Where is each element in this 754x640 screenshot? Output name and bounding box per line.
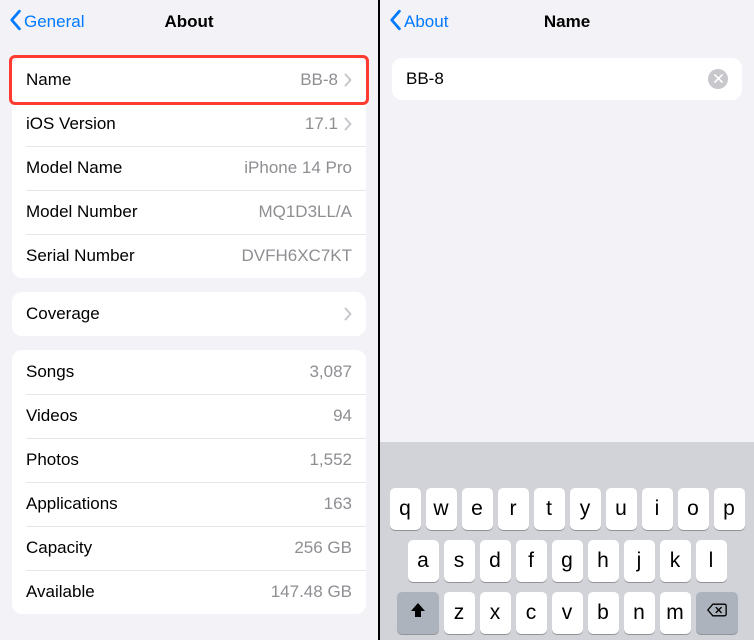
page-title: About <box>164 12 213 32</box>
row-ios-version[interactable]: iOS Version 17.1 <box>12 102 366 146</box>
row-value: BB-8 <box>300 70 338 90</box>
shift-key[interactable] <box>397 592 439 634</box>
row-capacity: Capacity 256 GB <box>12 526 366 570</box>
key-c[interactable]: c <box>516 592 547 634</box>
back-label: About <box>404 12 448 32</box>
row-name[interactable]: Name BB-8 <box>12 58 366 102</box>
chevron-right-icon <box>344 307 352 321</box>
row-label: Model Number <box>26 202 138 222</box>
key-t[interactable]: t <box>534 488 565 530</box>
keyboard-row-1: qwertyuiop <box>383 488 751 530</box>
right-navbar: About Name <box>380 0 754 44</box>
shift-icon <box>408 600 428 626</box>
row-photos: Photos 1,552 <box>12 438 366 482</box>
key-w[interactable]: w <box>426 488 457 530</box>
page-title: Name <box>544 12 590 32</box>
key-x[interactable]: x <box>480 592 511 634</box>
device-identity-group: Name BB-8 iOS Version 17.1 Model Name iPhone … <box>12 58 366 278</box>
row-value: DVFH6XC7KT <box>241 246 352 266</box>
ios-keyboard: qwertyuiop asdfghjkl zxcvbnm <box>380 442 754 640</box>
row-label: Songs <box>26 362 74 382</box>
key-z[interactable]: z <box>444 592 475 634</box>
key-r[interactable]: r <box>498 488 529 530</box>
name-edit-pane: About Name qwertyuiop asdfghjkl zxcvbnm <box>380 0 754 640</box>
about-settings-pane: General About Name BB-8 iOS Version 17.1 Mod… <box>0 0 380 640</box>
backspace-key[interactable] <box>696 592 738 634</box>
key-b[interactable]: b <box>588 592 619 634</box>
row-label: Photos <box>26 450 79 470</box>
key-q[interactable]: q <box>390 488 421 530</box>
back-label: General <box>24 12 84 32</box>
key-o[interactable]: o <box>678 488 709 530</box>
clear-text-button[interactable] <box>708 69 728 89</box>
chevron-right-icon <box>344 117 352 131</box>
key-d[interactable]: d <box>480 540 511 582</box>
chevron-left-icon <box>388 9 402 36</box>
back-button-about[interactable]: About <box>388 9 448 36</box>
row-videos: Videos 94 <box>12 394 366 438</box>
key-p[interactable]: p <box>714 488 745 530</box>
key-k[interactable]: k <box>660 540 691 582</box>
chevron-right-icon <box>344 73 352 87</box>
row-value: 256 GB <box>294 538 352 558</box>
row-value: 147.48 GB <box>271 582 352 602</box>
key-a[interactable]: a <box>408 540 439 582</box>
row-model-number: Model Number MQ1D3LL/A <box>12 190 366 234</box>
row-label: Capacity <box>26 538 92 558</box>
key-m[interactable]: m <box>660 592 691 634</box>
key-s[interactable]: s <box>444 540 475 582</box>
row-label: Applications <box>26 494 118 514</box>
row-serial-number: Serial Number DVFH6XC7KT <box>12 234 366 278</box>
row-label: Videos <box>26 406 78 426</box>
row-model-name: Model Name iPhone 14 Pro <box>12 146 366 190</box>
row-label: Serial Number <box>26 246 135 266</box>
row-label: Name <box>26 70 71 90</box>
row-songs: Songs 3,087 <box>12 350 366 394</box>
row-value: 163 <box>324 494 352 514</box>
name-input-row <box>392 58 742 100</box>
keyboard-row-3: zxcvbnm <box>383 592 751 634</box>
storage-stats-group: Songs 3,087 Videos 94 Photos 1,552 Application… <box>12 350 366 614</box>
row-value: iPhone 14 Pro <box>244 158 352 178</box>
key-v[interactable]: v <box>552 592 583 634</box>
row-applications: Applications 163 <box>12 482 366 526</box>
key-f[interactable]: f <box>516 540 547 582</box>
backspace-icon <box>707 600 727 626</box>
key-y[interactable]: y <box>570 488 601 530</box>
row-value: MQ1D3LL/A <box>258 202 352 222</box>
keyboard-row-2: asdfghjkl <box>383 540 751 582</box>
left-navbar: General About <box>0 0 378 44</box>
key-i[interactable]: i <box>642 488 673 530</box>
key-g[interactable]: g <box>552 540 583 582</box>
row-value: 94 <box>333 406 352 426</box>
row-label: Coverage <box>26 304 100 324</box>
row-value: 1,552 <box>309 450 352 470</box>
key-h[interactable]: h <box>588 540 619 582</box>
device-name-input[interactable] <box>406 69 708 89</box>
back-button-general[interactable]: General <box>8 9 84 36</box>
row-coverage[interactable]: Coverage <box>12 292 366 336</box>
keyboard-suggestion-bar[interactable] <box>383 448 751 488</box>
key-l[interactable]: l <box>696 540 727 582</box>
close-icon <box>714 70 723 88</box>
row-value: 3,087 <box>309 362 352 382</box>
row-label: iOS Version <box>26 114 116 134</box>
key-n[interactable]: n <box>624 592 655 634</box>
key-u[interactable]: u <box>606 488 637 530</box>
chevron-left-icon <box>8 9 22 36</box>
row-value: 17.1 <box>305 114 338 134</box>
coverage-group: Coverage <box>12 292 366 336</box>
key-j[interactable]: j <box>624 540 655 582</box>
row-label: Model Name <box>26 158 122 178</box>
row-available: Available 147.48 GB <box>12 570 366 614</box>
key-e[interactable]: e <box>462 488 493 530</box>
row-label: Available <box>26 582 95 602</box>
